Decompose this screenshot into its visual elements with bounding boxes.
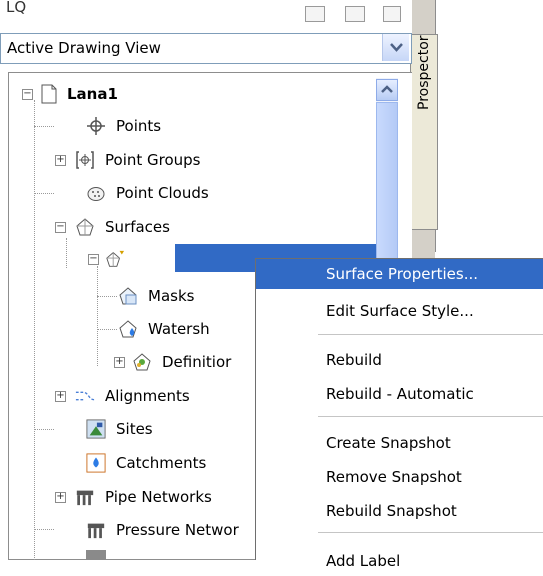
menu-item-remove-snapshot[interactable]: Remove Snapshot xyxy=(256,462,543,492)
menu-item-rebuild-snapshot[interactable]: Rebuild Snapshot xyxy=(256,496,543,526)
sites-icon xyxy=(86,419,106,439)
expand-icon[interactable]: + xyxy=(114,356,125,368)
expand-icon[interactable]: + xyxy=(55,491,66,503)
tree-item-point-clouds[interactable]: Point Clouds xyxy=(86,181,209,205)
collapse-icon[interactable]: − xyxy=(22,88,33,100)
watersheds-icon xyxy=(118,319,138,339)
tree-item-label: Watersh xyxy=(148,320,210,338)
tree-item-label: Catchments xyxy=(116,454,207,472)
panel-icon[interactable] xyxy=(345,6,365,22)
definition-icon xyxy=(132,352,152,372)
points-icon xyxy=(86,116,106,136)
tree-item-label: Point Groups xyxy=(105,151,201,169)
catchments-icon xyxy=(86,453,106,473)
pipe-networks-icon xyxy=(75,487,95,507)
tree-connector xyxy=(34,100,35,560)
menu-item-surface-properties[interactable]: Surface Properties... xyxy=(256,259,543,289)
tree-item-label: Point Clouds xyxy=(116,184,209,202)
point-groups-icon xyxy=(75,150,95,170)
tree-item-sites[interactable]: Sites xyxy=(86,417,153,441)
tree-item-point-groups[interactable]: + Point Groups xyxy=(55,148,201,172)
surface-icon xyxy=(105,249,125,269)
scrollbar-thumb[interactable] xyxy=(376,102,398,262)
tree-item-pipe-networks[interactable]: + Pipe Networks xyxy=(55,485,212,509)
scroll-up-icon[interactable] xyxy=(376,79,398,101)
menu-item-add-label[interactable]: Add Label xyxy=(256,546,543,576)
tree-item-label: Definitior xyxy=(162,353,232,371)
tab-prospector[interactable]: Prospector xyxy=(410,34,438,230)
tree-connector xyxy=(97,296,117,297)
tree-item-label: Pipe Networks xyxy=(105,488,212,506)
tree-item-label: Points xyxy=(116,117,162,135)
tree-connector xyxy=(34,193,54,194)
menu-separator xyxy=(318,532,543,533)
toolbar-glyph: LQ xyxy=(6,0,27,16)
tree-item-label: S1 xyxy=(153,250,173,268)
tree-item-label: Masks xyxy=(148,287,195,305)
masks-icon xyxy=(118,286,138,306)
document-icon xyxy=(39,84,59,104)
toolbar: LQ xyxy=(0,0,435,32)
menu-item-rebuild[interactable]: Rebuild xyxy=(256,345,543,375)
menu-item-rebuild-automatic[interactable]: Rebuild - Automatic xyxy=(256,379,543,409)
grid-icon[interactable] xyxy=(305,6,325,22)
tree-item-label: Pressure Networ xyxy=(116,521,239,539)
tree-item-definition[interactable]: + Definitior xyxy=(114,350,232,374)
tree-connector xyxy=(34,126,54,127)
menu-separator xyxy=(318,416,543,417)
menu-separator xyxy=(318,334,543,335)
expand-icon[interactable]: + xyxy=(55,390,66,402)
tree-item-watersheds[interactable]: Watersh xyxy=(118,317,210,341)
context-menu: Surface Properties... Edit Surface Style… xyxy=(255,258,543,570)
tree-item-label: Alignments xyxy=(105,387,190,405)
expand-icon[interactable]: + xyxy=(55,154,66,166)
drawing-area xyxy=(435,0,543,252)
tree-connector xyxy=(34,429,54,430)
tree-root[interactable]: − Lana1 xyxy=(22,82,118,106)
chevron-down-icon[interactable] xyxy=(382,34,409,61)
tree-connector xyxy=(66,238,67,268)
tree-item-points[interactable]: Points xyxy=(86,114,161,138)
tree-connector xyxy=(34,529,54,530)
info-icon[interactable] xyxy=(383,6,401,22)
tree-item-s1[interactable]: − S1 xyxy=(88,247,172,271)
tree-item-alignments[interactable]: + Alignments xyxy=(55,384,190,408)
point-cloud-icon xyxy=(86,183,106,203)
collapse-icon[interactable]: − xyxy=(88,253,99,265)
tree-item-label: Surfaces xyxy=(105,218,170,236)
tree-item-surfaces[interactable]: − Surfaces xyxy=(55,215,170,239)
tab-prospector-label: Prospector xyxy=(416,35,432,110)
tree-connector xyxy=(97,266,98,366)
drawing-name: Lana1 xyxy=(67,85,118,103)
menu-item-create-snapshot[interactable]: Create Snapshot xyxy=(256,428,543,458)
tree-item-catchments[interactable]: Catchments xyxy=(86,451,206,475)
surfaces-icon xyxy=(75,217,95,237)
pressure-networks-icon xyxy=(86,520,106,540)
tree-item-pressure-networks[interactable]: Pressure Networ xyxy=(86,518,239,542)
tree-connector xyxy=(97,329,117,330)
alignments-icon xyxy=(75,386,95,406)
menu-item-edit-surface-style[interactable]: Edit Surface Style... xyxy=(256,296,543,326)
tree-item-masks[interactable]: Masks xyxy=(118,284,194,308)
collapse-icon[interactable]: − xyxy=(55,221,66,233)
view-dropdown[interactable]: Active Drawing View xyxy=(0,33,412,64)
tree-item-label: Sites xyxy=(116,420,153,438)
view-dropdown-value: Active Drawing View xyxy=(7,39,161,57)
partial-tree-icon xyxy=(86,550,106,560)
